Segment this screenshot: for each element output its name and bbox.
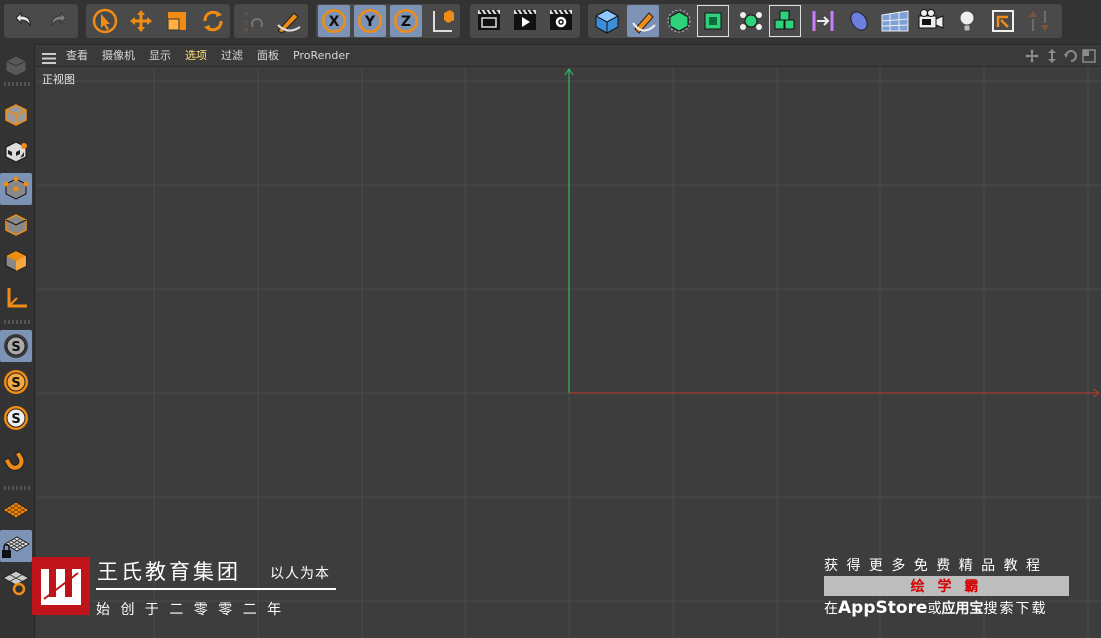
menu-options[interactable]: 选项 xyxy=(185,45,207,66)
hamburger-menu-icon[interactable] xyxy=(42,50,56,64)
menu-view[interactable]: 查看 xyxy=(66,45,88,66)
locked-workplane-icon[interactable] xyxy=(0,530,32,562)
snap-enable-icon[interactable]: S xyxy=(0,330,32,362)
points-mode-icon[interactable] xyxy=(0,173,32,205)
svg-text:X: X xyxy=(329,14,340,30)
svg-text:S: S xyxy=(244,19,249,27)
floor-icon[interactable] xyxy=(843,5,875,37)
workplane-icon[interactable] xyxy=(0,494,32,526)
magnet-icon[interactable] xyxy=(0,447,32,479)
brand-name: 绘 学 霸 xyxy=(910,579,983,595)
viewport-menu-bar: 查看 摄像机 显示 选项 过滤 面板 ProRender xyxy=(35,45,1101,67)
svg-text:S: S xyxy=(11,412,20,427)
select-tool-icon[interactable] xyxy=(89,5,121,37)
pen-icon[interactable] xyxy=(627,5,659,37)
subdivision-icon[interactable] xyxy=(663,5,695,37)
rotate-view-icon[interactable] xyxy=(1063,48,1079,64)
render-settings-icon[interactable] xyxy=(545,5,577,37)
store-or: 或 xyxy=(927,601,942,617)
mode-toolbar: S S S xyxy=(0,44,35,638)
rotate-tool-icon[interactable] xyxy=(197,5,229,37)
zoom-view-icon[interactable] xyxy=(1044,48,1060,64)
y-axis-icon[interactable]: Y xyxy=(354,5,386,37)
array-icon[interactable] xyxy=(697,5,729,37)
separator xyxy=(4,320,30,324)
maximize-view-icon[interactable] xyxy=(1081,48,1097,64)
svg-text:R: R xyxy=(244,27,249,35)
pan-view-icon[interactable] xyxy=(1024,48,1040,64)
svg-text:Y: Y xyxy=(364,14,376,30)
tag-icon[interactable] xyxy=(987,5,1019,37)
capsule-icon[interactable] xyxy=(807,5,839,37)
svg-text:S: S xyxy=(11,340,20,355)
recent-tool-icon[interactable] xyxy=(272,5,304,37)
separator xyxy=(4,82,30,86)
svg-text:P: P xyxy=(244,11,248,19)
watermark-divider xyxy=(96,588,336,590)
promo-text: 获 得 更 多 免 费 精 品 教 程 xyxy=(824,558,1043,574)
viewport-grid xyxy=(37,67,1101,638)
psr-icon[interactable]: PSR xyxy=(236,5,268,37)
separator xyxy=(4,486,30,490)
quantize-icon[interactable]: S xyxy=(0,402,32,434)
z-axis-icon[interactable]: Z xyxy=(390,5,422,37)
store-alt-name: 应用宝 xyxy=(941,601,984,617)
scale-tool-icon[interactable] xyxy=(161,5,193,37)
cube-icon[interactable] xyxy=(591,5,623,37)
texture-mode-icon[interactable] xyxy=(0,136,32,168)
menu-panel[interactable]: 面板 xyxy=(257,45,279,66)
undo-icon[interactable] xyxy=(7,5,39,37)
axis-mode-icon[interactable] xyxy=(0,282,32,314)
svg-text:Z: Z xyxy=(401,14,411,30)
edges-mode-icon[interactable] xyxy=(0,209,32,241)
menu-cameras[interactable]: 摄像机 xyxy=(102,45,135,66)
menu-filter[interactable]: 过滤 xyxy=(221,45,243,66)
model-mode-icon[interactable] xyxy=(0,99,32,131)
main-toolbar: PSR X Y Z xyxy=(0,0,1101,45)
render-view-icon[interactable] xyxy=(509,5,541,37)
scene-icon[interactable] xyxy=(951,5,983,37)
viewport-title: 正视图 xyxy=(42,73,75,86)
light-icon[interactable] xyxy=(915,5,947,37)
x-axis-icon[interactable]: X xyxy=(318,5,350,37)
coordinate-system-icon[interactable] xyxy=(426,5,458,37)
menu-prorender[interactable]: ProRender xyxy=(293,45,350,66)
store-line: 在AppStore或应用宝搜索下载 xyxy=(824,598,1047,618)
front-viewport[interactable]: 正视图 xyxy=(37,67,1101,638)
camera-icon[interactable] xyxy=(879,5,911,37)
bend-deformer-icon[interactable] xyxy=(769,5,801,37)
menu-display[interactable]: 显示 xyxy=(149,45,171,66)
watermark-logo xyxy=(32,557,90,615)
store-prefix: 在 xyxy=(824,601,838,617)
scene-extra-icon[interactable] xyxy=(1023,5,1055,37)
snap-settings-icon[interactable]: S xyxy=(0,366,32,398)
polygons-mode-icon[interactable] xyxy=(0,245,32,277)
render-region-icon[interactable] xyxy=(473,5,505,37)
store-app-name: AppStore xyxy=(838,598,928,618)
workplane-mode-icon[interactable] xyxy=(0,566,32,598)
watermark-slogan: 以人为本 xyxy=(270,566,330,582)
brand-bar: 绘 学 霸 xyxy=(824,576,1069,596)
svg-text:S: S xyxy=(11,376,20,391)
watermark-company: 王氏教育集团 xyxy=(97,560,241,584)
move-tool-icon[interactable] xyxy=(125,5,157,37)
store-suffix: 搜索下载 xyxy=(983,601,1048,617)
make-editable-icon[interactable] xyxy=(0,50,32,82)
watermark-founded: 始 创 于 二 零 零 二 年 xyxy=(96,602,285,618)
mograph-cloner-icon[interactable] xyxy=(735,5,767,37)
redo-icon[interactable] xyxy=(43,5,75,37)
